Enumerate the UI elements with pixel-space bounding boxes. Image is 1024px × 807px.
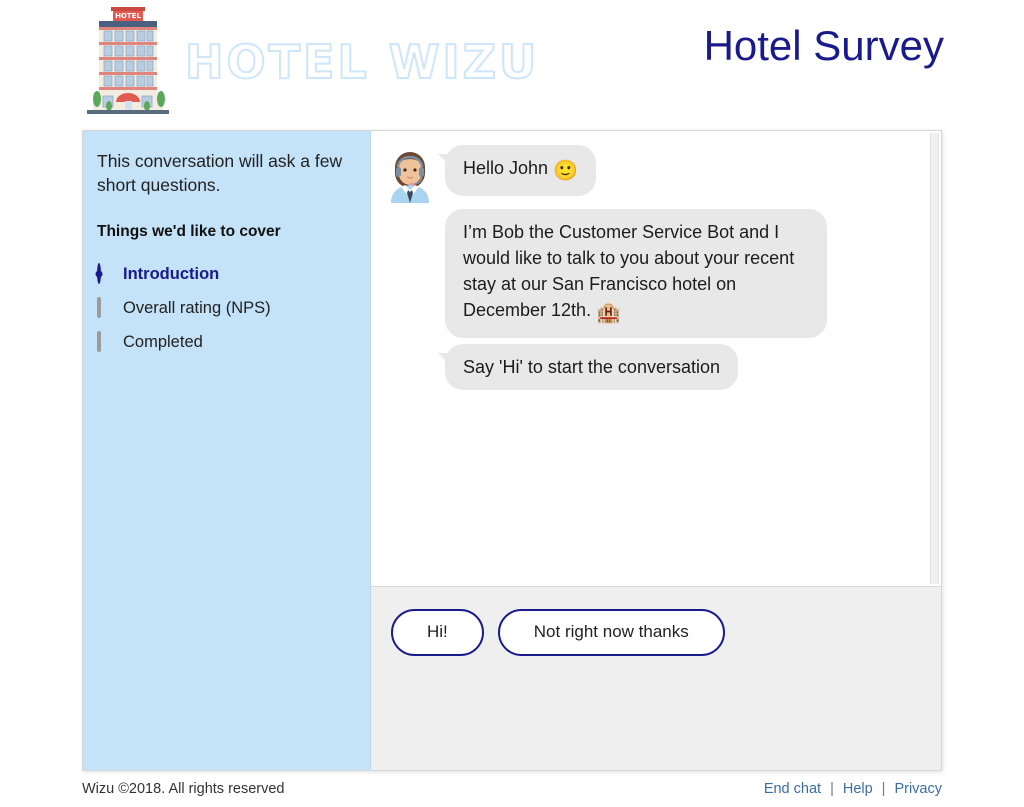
brand-logo: HOTEL HOTEL WIZU — [85, 4, 539, 119]
svg-text:HOTEL: HOTEL — [115, 12, 141, 20]
sidebar-heading: Things we'd like to cover — [97, 223, 281, 241]
slight-smile-emoji-icon: 🙂 — [553, 160, 578, 182]
sidebar-item-completed[interactable]: Completed — [97, 325, 352, 359]
reply-button-hi[interactable]: Hi! — [391, 609, 484, 656]
agent-avatar-icon — [381, 145, 439, 203]
chat-message: Say 'Hi' to start the conversation — [381, 344, 921, 391]
footer-links: End chat | Help | Privacy — [764, 781, 942, 797]
step-label: Completed — [123, 332, 203, 351]
reply-options-panel: Hi! Not right now thanks — [371, 586, 941, 770]
chat-scrollbar[interactable] — [930, 133, 939, 584]
footer-separator: | — [881, 781, 886, 797]
chat-bubble: I’m Bob the Customer Service Bot and I w… — [445, 209, 827, 339]
page-header: HOTEL HOTEL WIZU Hotel Survey — [0, 0, 1024, 122]
sidebar-item-introduction[interactable]: Introduction — [97, 257, 352, 291]
sidebar: This conversation will ask a few short q… — [83, 131, 371, 770]
step-label: Overall rating (NPS) — [123, 298, 271, 317]
chat-bubble: Say 'Hi' to start the conversation — [438, 344, 738, 391]
privacy-link[interactable]: Privacy — [894, 781, 942, 797]
footer-separator: | — [830, 781, 834, 797]
hotel-emoji-icon: 🏨 — [596, 302, 621, 325]
chat-bubble-text: Hello John — [463, 158, 554, 178]
sidebar-item-overall-rating[interactable]: Overall rating (NPS) — [97, 291, 352, 325]
chat-bubble: Hello John 🙂 — [438, 145, 596, 196]
sidebar-intro-text: This conversation will ask a few short q… — [97, 151, 343, 196]
chat-message-list: Hello John 🙂 I’m Bob the Customer Servic… — [371, 131, 941, 586]
chat-bubble-text: I’m Bob the Customer Service Bot and I w… — [463, 222, 795, 321]
step-list: Introduction Overall rating (NPS) Comple… — [97, 257, 352, 359]
help-link[interactable]: Help — [843, 781, 873, 797]
end-chat-link[interactable]: End chat — [764, 781, 821, 797]
chat-message: Hello John 🙂 — [381, 145, 921, 203]
reply-button-decline[interactable]: Not right now thanks — [497, 609, 725, 656]
chat-column: Hello John 🙂 I’m Bob the Customer Servic… — [371, 131, 941, 770]
radio-filled-icon — [97, 263, 115, 285]
step-label: Introduction — [123, 264, 220, 283]
page-footer: Wizu ©2018. All rights reserved End chat… — [0, 771, 1024, 807]
square-outline-icon — [97, 331, 115, 353]
brand-logo-text: HOTEL WIZU — [184, 34, 540, 90]
copyright-text: Wizu ©2018. All rights reserved — [82, 781, 285, 797]
chat-message: I’m Bob the Customer Service Bot and I w… — [381, 209, 921, 339]
conversation-card: This conversation will ask a few short q… — [82, 130, 942, 771]
hotel-building-icon: HOTEL — [85, 6, 171, 118]
page-title: Hotel Survey — [703, 22, 944, 69]
square-outline-icon — [97, 297, 115, 319]
